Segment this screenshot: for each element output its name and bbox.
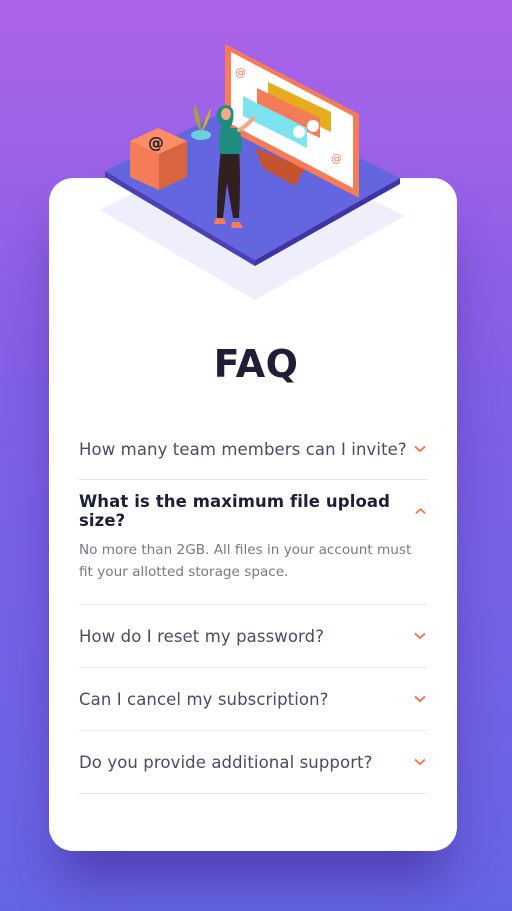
faq-question-toggle[interactable]: How do I reset my password?	[79, 605, 427, 667]
faq-question-toggle[interactable]: How many team members can I invite?	[79, 419, 427, 479]
faq-question-text: Can I cancel my subscription?	[79, 689, 329, 709]
faq-question-text: What is the maximum file upload size?	[79, 492, 391, 530]
faq-question-toggle[interactable]: Do you provide additional support?	[79, 731, 427, 793]
chevron-down-icon	[414, 695, 426, 703]
faq-item: Can I cancel my subscription?	[79, 668, 427, 731]
chevron-up-icon	[415, 507, 426, 514]
faq-item: How do I reset my password?	[79, 605, 427, 668]
faq-list: How many team members can I invite? What…	[79, 419, 427, 794]
faq-item: What is the maximum file upload size? No…	[79, 480, 427, 605]
faq-question-text: How many team members can I invite?	[79, 439, 407, 459]
faq-question-toggle[interactable]: What is the maximum file upload size?	[79, 480, 427, 542]
faq-item: Do you provide additional support?	[79, 731, 427, 794]
svg-text:@: @	[331, 152, 342, 165]
page-title: FAQ	[213, 342, 299, 386]
svg-text:@: @	[148, 133, 164, 152]
svg-text:@: @	[235, 66, 246, 79]
chevron-down-icon	[414, 758, 426, 766]
chevron-down-icon	[414, 632, 426, 640]
faq-item: How many team members can I invite?	[79, 419, 427, 480]
faq-answer-text: No more than 2GB. All files in your acco…	[79, 542, 412, 580]
chevron-down-icon	[414, 445, 426, 453]
faq-question-text: Do you provide additional support?	[79, 752, 373, 772]
faq-question-toggle[interactable]: Can I cancel my subscription?	[79, 668, 427, 730]
faq-question-text: How do I reset my password?	[79, 626, 325, 646]
woman-online-illustration: @ @ @	[100, 44, 405, 300]
